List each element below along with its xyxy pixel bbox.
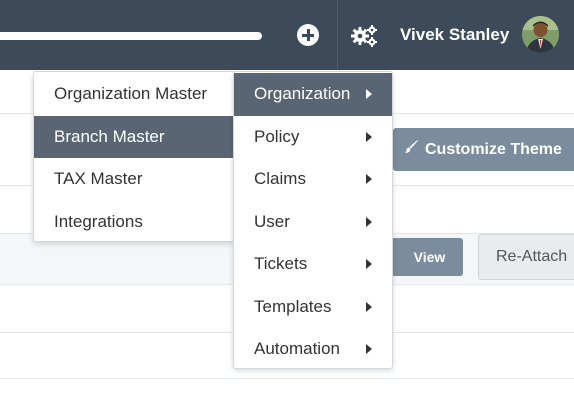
submenu-item-label: Branch Master bbox=[54, 126, 165, 146]
menu-item-user[interactable]: User bbox=[234, 201, 392, 244]
caret-right-icon bbox=[366, 259, 372, 270]
menu-item-label: User bbox=[254, 211, 290, 231]
menu-item-label: Policy bbox=[254, 126, 300, 146]
add-icon[interactable] bbox=[297, 24, 319, 46]
top-navbar: Vivek Stanley bbox=[0, 0, 574, 70]
menu-item-label: Organization bbox=[254, 84, 351, 104]
submenu-item-organization-master[interactable]: Organization Master bbox=[34, 73, 234, 116]
submenu-item-tax-master[interactable]: TAX Master bbox=[34, 158, 234, 201]
submenu-item-branch-master[interactable]: Branch Master bbox=[34, 115, 234, 158]
navbar-divider bbox=[337, 0, 338, 70]
menu-item-label: Claims bbox=[254, 169, 306, 189]
menu-item-policy[interactable]: Policy bbox=[234, 116, 392, 159]
user-name[interactable]: Vivek Stanley bbox=[400, 24, 509, 46]
caret-right-icon bbox=[366, 89, 372, 100]
caret-right-icon bbox=[366, 344, 372, 355]
customize-theme-button[interactable]: Customize Theme bbox=[393, 128, 574, 171]
row-divider bbox=[0, 378, 574, 379]
search-bar[interactable] bbox=[0, 32, 262, 40]
submenu-item-label: TAX Master bbox=[54, 169, 143, 189]
menu-item-claims[interactable]: Claims bbox=[234, 158, 392, 201]
submenu-item-label: Organization Master bbox=[54, 84, 208, 104]
caret-right-icon bbox=[366, 131, 372, 142]
menu-item-templates[interactable]: Templates bbox=[234, 286, 392, 329]
caret-right-icon bbox=[366, 174, 372, 185]
submenu-item-label: Integrations bbox=[54, 211, 143, 231]
menu-item-organization[interactable]: Organization bbox=[234, 73, 392, 116]
menu-item-tickets[interactable]: Tickets bbox=[234, 243, 392, 286]
paint-brush-icon bbox=[403, 139, 419, 160]
caret-right-icon bbox=[366, 301, 372, 312]
settings-dropdown-menu: Organization Policy Claims User Tickets … bbox=[233, 71, 393, 369]
re-attach-button[interactable]: Re-Attach bbox=[478, 234, 574, 280]
menu-item-label: Templates bbox=[254, 296, 332, 316]
caret-right-icon bbox=[366, 216, 372, 227]
organization-submenu: Organization Master Branch Master TAX Ma… bbox=[33, 71, 235, 242]
settings-gears-icon[interactable] bbox=[350, 24, 380, 48]
customize-theme-label: Customize Theme bbox=[425, 140, 562, 158]
menu-item-label: Automation bbox=[254, 339, 340, 359]
submenu-item-integrations[interactable]: Integrations bbox=[34, 201, 234, 244]
menu-item-label: Tickets bbox=[254, 254, 308, 274]
view-button[interactable]: View bbox=[386, 238, 463, 276]
user-avatar[interactable] bbox=[522, 16, 559, 53]
menu-item-automation[interactable]: Automation bbox=[234, 328, 392, 371]
